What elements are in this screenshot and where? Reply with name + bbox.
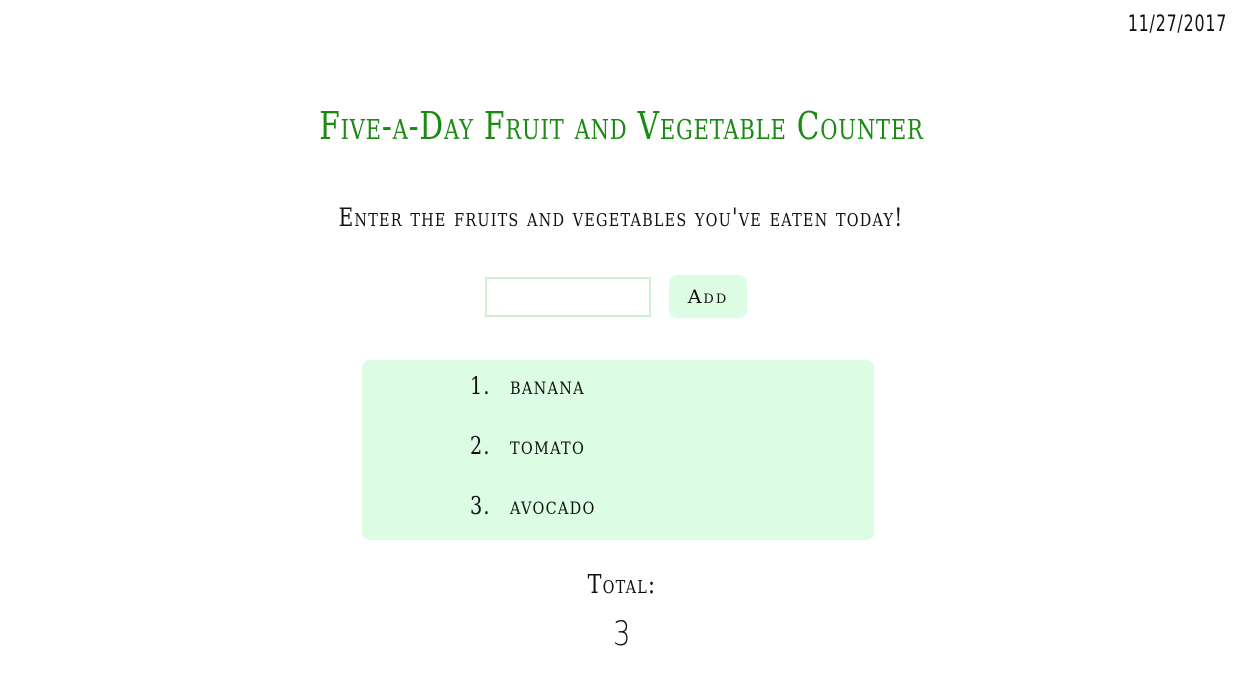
add-button[interactable]: Add	[669, 275, 747, 318]
list-item-name: tomato	[510, 432, 586, 460]
list-item-number: 3.	[470, 492, 491, 520]
page-title-text: Five-a-Day Fruit and Vegetable Counter	[319, 104, 924, 148]
list-item: 3. avocado	[470, 492, 611, 552]
list-item-name: banana	[510, 372, 585, 400]
list-item-number: 2.	[470, 432, 491, 460]
total-count: 3	[0, 614, 1243, 654]
food-list-panel: 1. banana 2. tomato 3. avocado	[362, 360, 874, 540]
list-item: 2. tomato	[470, 432, 611, 492]
page-subtitle: Enter the fruits and vegetables you've e…	[0, 203, 1243, 232]
total-label: Total:	[0, 570, 1243, 600]
add-food-form: Add	[485, 275, 747, 318]
food-input[interactable]	[485, 276, 651, 317]
date-label: 11/27/2017	[1127, 12, 1227, 37]
list-item-number: 1.	[470, 372, 491, 400]
total-label-text: Total:	[587, 570, 656, 600]
page-subtitle-text: Enter the fruits and vegetables you've e…	[339, 203, 904, 232]
food-list: 1. banana 2. tomato 3. avocado	[470, 372, 611, 552]
list-item-name: avocado	[510, 492, 596, 520]
page: 11/27/2017 Five-a-Day Fruit and Vegetabl…	[0, 0, 1243, 696]
page-title: Five-a-Day Fruit and Vegetable Counter	[0, 104, 1243, 148]
list-item: 1. banana	[470, 372, 611, 432]
total-count-text: 3	[612, 614, 631, 654]
